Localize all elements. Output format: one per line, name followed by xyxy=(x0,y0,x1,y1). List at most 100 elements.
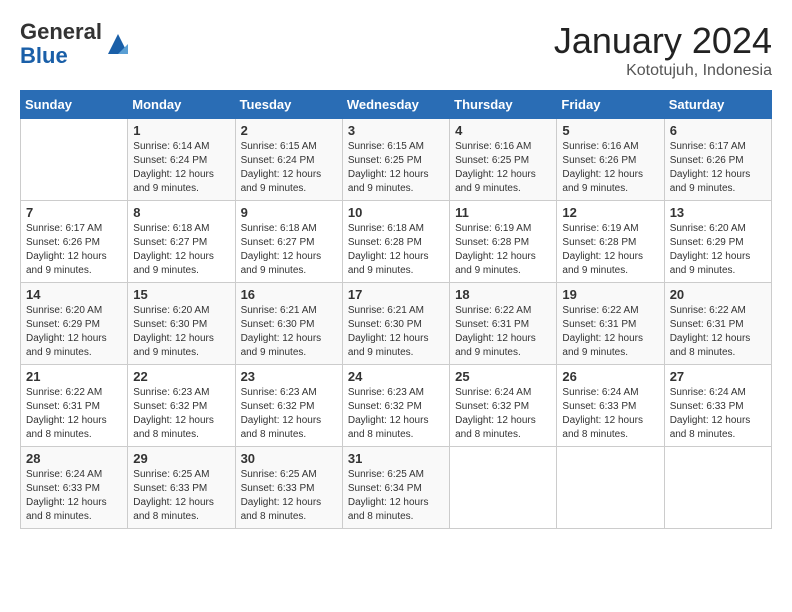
day-number: 24 xyxy=(348,369,444,384)
calendar-cell: 24Sunrise: 6:23 AMSunset: 6:32 PMDayligh… xyxy=(342,365,449,447)
day-info: Sunrise: 6:25 AMSunset: 6:33 PMDaylight:… xyxy=(241,468,337,524)
day-number: 3 xyxy=(348,123,444,138)
day-info: Sunrise: 6:22 AMSunset: 6:31 PMDaylight:… xyxy=(26,386,122,442)
calendar-cell: 21 Sunrise: 6:22 AMSunset: 6:31 PMDayligh… xyxy=(21,365,128,447)
day-info: Sunrise: 6:22 AMSunset: 6:31 PMDaylight:… xyxy=(562,304,658,360)
logo-general: General xyxy=(20,19,102,44)
calendar-header: SundayMondayTuesdayWednesdayThursdayFrid… xyxy=(21,91,772,119)
day-info: Sunrise: 6:21 AMSunset: 6:30 PMDaylight:… xyxy=(241,304,337,360)
week-row-4: 21 Sunrise: 6:22 AMSunset: 6:31 PMDayligh… xyxy=(21,365,772,447)
calendar-cell: 11Sunrise: 6:19 AMSunset: 6:28 PMDayligh… xyxy=(450,201,557,283)
day-number: 31 xyxy=(348,451,444,466)
day-info: Sunrise: 6:16 AMSunset: 6:25 PMDaylight:… xyxy=(455,140,551,196)
day-number: 16 xyxy=(241,287,337,302)
calendar-table: SundayMondayTuesdayWednesdayThursdayFrid… xyxy=(20,90,772,529)
day-number: 5 xyxy=(562,123,658,138)
day-info: Sunrise: 6:25 AMSunset: 6:34 PMDaylight:… xyxy=(348,468,444,524)
day-number: 26 xyxy=(562,369,658,384)
day-info: Sunrise: 6:20 AMSunset: 6:30 PMDaylight:… xyxy=(133,304,229,360)
logo-blue: Blue xyxy=(20,43,68,68)
day-info: Sunrise: 6:23 AMSunset: 6:32 PMDaylight:… xyxy=(241,386,337,442)
day-info: Sunrise: 6:14 AMSunset: 6:24 PMDaylight:… xyxy=(133,140,229,196)
calendar-cell: 1 Sunrise: 6:14 AMSunset: 6:24 PMDaylight… xyxy=(128,119,235,201)
calendar-title: January 2024 xyxy=(554,20,772,62)
header-thursday: Thursday xyxy=(450,91,557,119)
calendar-cell: 26 Sunrise: 6:24 AMSunset: 6:33 PMDayligh… xyxy=(557,365,664,447)
day-number: 15 xyxy=(133,287,229,302)
day-info: Sunrise: 6:20 AMSunset: 6:29 PMDaylight:… xyxy=(670,222,766,278)
calendar-cell xyxy=(664,447,771,529)
day-info: Sunrise: 6:17 AMSunset: 6:26 PMDaylight:… xyxy=(670,140,766,196)
calendar-cell: 22Sunrise: 6:23 AMSunset: 6:32 PMDayligh… xyxy=(128,365,235,447)
calendar-cell: 3 Sunrise: 6:15 AMSunset: 6:25 PMDaylight… xyxy=(342,119,449,201)
header-friday: Friday xyxy=(557,91,664,119)
day-number: 28 xyxy=(26,451,122,466)
day-number: 4 xyxy=(455,123,551,138)
calendar-body: 1 Sunrise: 6:14 AMSunset: 6:24 PMDaylight… xyxy=(21,119,772,529)
week-row-3: 14Sunrise: 6:20 AMSunset: 6:29 PMDayligh… xyxy=(21,283,772,365)
day-info: Sunrise: 6:18 AMSunset: 6:27 PMDaylight:… xyxy=(133,222,229,278)
day-number: 8 xyxy=(133,205,229,220)
calendar-cell: 18 Sunrise: 6:22 AMSunset: 6:31 PMDayligh… xyxy=(450,283,557,365)
day-info: Sunrise: 6:22 AMSunset: 6:31 PMDaylight:… xyxy=(455,304,551,360)
day-number: 10 xyxy=(348,205,444,220)
calendar-cell: 9 Sunrise: 6:18 AMSunset: 6:27 PMDaylight… xyxy=(235,201,342,283)
calendar-cell: 28 Sunrise: 6:24 AMSunset: 6:33 PMDayligh… xyxy=(21,447,128,529)
day-number: 25 xyxy=(455,369,551,384)
calendar-cell: 6 Sunrise: 6:17 AMSunset: 6:26 PMDaylight… xyxy=(664,119,771,201)
calendar-cell: 30 Sunrise: 6:25 AMSunset: 6:33 PMDayligh… xyxy=(235,447,342,529)
calendar-subtitle: Kototujuh, Indonesia xyxy=(554,62,772,80)
calendar-cell: 13 Sunrise: 6:20 AMSunset: 6:29 PMDayligh… xyxy=(664,201,771,283)
calendar-cell: 12Sunrise: 6:19 AMSunset: 6:28 PMDayligh… xyxy=(557,201,664,283)
day-number: 9 xyxy=(241,205,337,220)
day-number: 2 xyxy=(241,123,337,138)
page-header: General Blue January 2024 Kototujuh, Ind… xyxy=(20,20,772,80)
day-info: Sunrise: 6:23 AMSunset: 6:32 PMDaylight:… xyxy=(133,386,229,442)
calendar-cell: 23Sunrise: 6:23 AMSunset: 6:32 PMDayligh… xyxy=(235,365,342,447)
day-info: Sunrise: 6:21 AMSunset: 6:30 PMDaylight:… xyxy=(348,304,444,360)
calendar-cell xyxy=(450,447,557,529)
day-number: 20 xyxy=(670,287,766,302)
day-number: 19 xyxy=(562,287,658,302)
day-info: Sunrise: 6:25 AMSunset: 6:33 PMDaylight:… xyxy=(133,468,229,524)
day-number: 1 xyxy=(133,123,229,138)
logo: General Blue xyxy=(20,20,132,68)
day-info: Sunrise: 6:15 AMSunset: 6:25 PMDaylight:… xyxy=(348,140,444,196)
calendar-cell: 17 Sunrise: 6:21 AMSunset: 6:30 PMDayligh… xyxy=(342,283,449,365)
day-number: 17 xyxy=(348,287,444,302)
day-number: 30 xyxy=(241,451,337,466)
day-info: Sunrise: 6:22 AMSunset: 6:31 PMDaylight:… xyxy=(670,304,766,360)
day-number: 6 xyxy=(670,123,766,138)
calendar-cell: 16 Sunrise: 6:21 AMSunset: 6:30 PMDayligh… xyxy=(235,283,342,365)
day-number: 21 xyxy=(26,369,122,384)
day-info: Sunrise: 6:18 AMSunset: 6:27 PMDaylight:… xyxy=(241,222,337,278)
calendar-cell xyxy=(21,119,128,201)
calendar-cell: 10 Sunrise: 6:18 AMSunset: 6:28 PMDayligh… xyxy=(342,201,449,283)
week-row-5: 28 Sunrise: 6:24 AMSunset: 6:33 PMDayligh… xyxy=(21,447,772,529)
day-number: 11 xyxy=(455,205,551,220)
day-info: Sunrise: 6:24 AMSunset: 6:33 PMDaylight:… xyxy=(26,468,122,524)
header-wednesday: Wednesday xyxy=(342,91,449,119)
day-info: Sunrise: 6:24 AMSunset: 6:33 PMDaylight:… xyxy=(670,386,766,442)
day-number: 13 xyxy=(670,205,766,220)
calendar-cell: 4 Sunrise: 6:16 AMSunset: 6:25 PMDaylight… xyxy=(450,119,557,201)
calendar-cell: 5 Sunrise: 6:16 AMSunset: 6:26 PMDaylight… xyxy=(557,119,664,201)
week-row-1: 1 Sunrise: 6:14 AMSunset: 6:24 PMDaylight… xyxy=(21,119,772,201)
day-info: Sunrise: 6:24 AMSunset: 6:32 PMDaylight:… xyxy=(455,386,551,442)
week-row-2: 7Sunrise: 6:17 AMSunset: 6:26 PMDaylight… xyxy=(21,201,772,283)
calendar-cell: 14Sunrise: 6:20 AMSunset: 6:29 PMDayligh… xyxy=(21,283,128,365)
calendar-cell xyxy=(557,447,664,529)
day-info: Sunrise: 6:15 AMSunset: 6:24 PMDaylight:… xyxy=(241,140,337,196)
calendar-cell: 2 Sunrise: 6:15 AMSunset: 6:24 PMDaylight… xyxy=(235,119,342,201)
calendar-cell: 29Sunrise: 6:25 AMSunset: 6:33 PMDayligh… xyxy=(128,447,235,529)
logo-icon xyxy=(104,30,132,58)
day-info: Sunrise: 6:24 AMSunset: 6:33 PMDaylight:… xyxy=(562,386,658,442)
day-info: Sunrise: 6:18 AMSunset: 6:28 PMDaylight:… xyxy=(348,222,444,278)
calendar-cell: 27 Sunrise: 6:24 AMSunset: 6:33 PMDayligh… xyxy=(664,365,771,447)
day-number: 27 xyxy=(670,369,766,384)
day-number: 7 xyxy=(26,205,122,220)
day-number: 18 xyxy=(455,287,551,302)
day-info: Sunrise: 6:20 AMSunset: 6:29 PMDaylight:… xyxy=(26,304,122,360)
title-block: January 2024 Kototujuh, Indonesia xyxy=(554,20,772,80)
day-info: Sunrise: 6:16 AMSunset: 6:26 PMDaylight:… xyxy=(562,140,658,196)
